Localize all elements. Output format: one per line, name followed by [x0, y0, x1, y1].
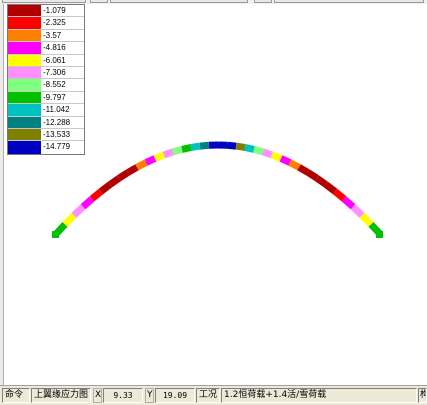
arch-segment — [235, 142, 246, 151]
legend-label: -9.797 — [43, 92, 66, 102]
legend-swatch — [8, 66, 41, 79]
legend-row: -6.061 — [8, 54, 84, 67]
arch-segment — [244, 144, 255, 153]
drawing-canvas[interactable]: -1.079 -2.325 -3.57 -4.816 -6.061 -7.306 -8.55… — [4, 4, 427, 385]
legend-swatch — [8, 29, 41, 42]
legend-label: -14.779 — [43, 142, 71, 152]
view-name: 上翼缘应力图 — [31, 388, 91, 403]
legend-swatch — [8, 91, 41, 104]
arch-segment — [359, 212, 374, 227]
toolbar-button[interactable] — [274, 0, 424, 3]
legend-row: -4.816 — [8, 42, 84, 55]
legend-row: -12.288 — [8, 116, 84, 129]
legend-swatch — [8, 79, 41, 91]
arch-segment — [323, 181, 338, 195]
legend-label: -1.079 — [43, 6, 66, 15]
arch-segment — [279, 155, 292, 166]
legend-row: -13.533 — [8, 128, 84, 142]
legend-row: -14.779 — [8, 141, 84, 154]
arch-segment — [153, 151, 166, 162]
arch-segment — [144, 155, 157, 166]
toolbar-button[interactable] — [110, 0, 248, 3]
legend-row: -1.079 — [8, 5, 84, 18]
legend-row: -8.552 — [8, 79, 84, 92]
arch-segment — [270, 151, 283, 162]
x-coordinate: 9.33 — [103, 388, 143, 403]
arch-segment — [162, 148, 175, 159]
status-bar: 命令 上翼缘应力图 X 9.33 Y 19.09 工况 1.2恒荷载+1.4活/… — [0, 385, 427, 405]
arch-segment — [297, 164, 310, 176]
arch-segment — [341, 196, 356, 210]
legend-label: -7.306 — [43, 67, 66, 77]
arch-segment — [172, 146, 183, 156]
right-support-marker — [376, 231, 383, 238]
arch-segment — [190, 142, 201, 151]
legend-row: -11.042 — [8, 104, 84, 117]
left-support-marker — [52, 231, 59, 238]
legend-label: -2.325 — [43, 18, 66, 28]
arch-segment — [350, 204, 365, 218]
legend-row: -7.306 — [8, 66, 84, 80]
legend-swatch — [8, 104, 41, 116]
load-case-field[interactable]: 1.2恒荷载+1.4活/雪荷载 — [221, 388, 417, 403]
y-coordinate: 19.09 — [155, 388, 195, 403]
legend-swatch — [8, 141, 41, 154]
legend-swatch — [8, 116, 41, 128]
legend-label: -11.042 — [43, 105, 70, 115]
arch-segment — [126, 164, 139, 176]
toolbar-button[interactable] — [2, 0, 86, 3]
arch-segment — [80, 196, 95, 210]
toolbar-button[interactable] — [90, 0, 108, 3]
legend-label: -8.552 — [43, 80, 66, 90]
legend-label: -3.57 — [43, 30, 62, 40]
stress-legend: -1.079 -2.325 -3.57 -4.816 -6.061 -7.306 -8.55… — [7, 4, 85, 155]
command-label[interactable]: 命令 — [2, 388, 30, 403]
legend-row: -3.57 — [8, 29, 84, 43]
case-label: 工况 — [196, 388, 220, 403]
legend-row: -2.325 — [8, 17, 84, 30]
arch-segment — [332, 188, 347, 202]
arch-segment — [71, 204, 86, 218]
legend-row: -9.797 — [8, 91, 84, 105]
x-label: X — [93, 388, 102, 403]
arch-segment — [98, 181, 113, 195]
legend-swatch — [8, 17, 41, 29]
arch-segment — [306, 169, 319, 182]
legend-swatch — [8, 54, 41, 66]
arch-segment — [314, 175, 329, 188]
arch-segment — [89, 188, 104, 202]
y-label: Y — [145, 388, 154, 403]
arch-segment — [117, 169, 130, 182]
arch-segment — [107, 175, 122, 188]
legend-label: -6.061 — [43, 55, 66, 65]
arch-segment — [261, 148, 274, 159]
legend-swatch — [8, 128, 41, 141]
arch-segment — [135, 159, 148, 171]
legend-label: -13.533 — [43, 129, 71, 139]
legend-swatch — [8, 5, 41, 17]
arch-segment — [199, 141, 210, 150]
arch-segment — [288, 159, 301, 171]
legend-label: -4.816 — [43, 43, 66, 53]
arch-segment — [226, 141, 237, 150]
arch-segment — [181, 144, 192, 153]
arch-segment — [62, 212, 77, 227]
toolbar-button[interactable] — [254, 0, 272, 3]
legend-swatch — [8, 42, 41, 54]
arch-segment — [253, 146, 264, 156]
extra-label: 构 — [418, 388, 427, 403]
legend-label: -12.288 — [43, 117, 71, 127]
